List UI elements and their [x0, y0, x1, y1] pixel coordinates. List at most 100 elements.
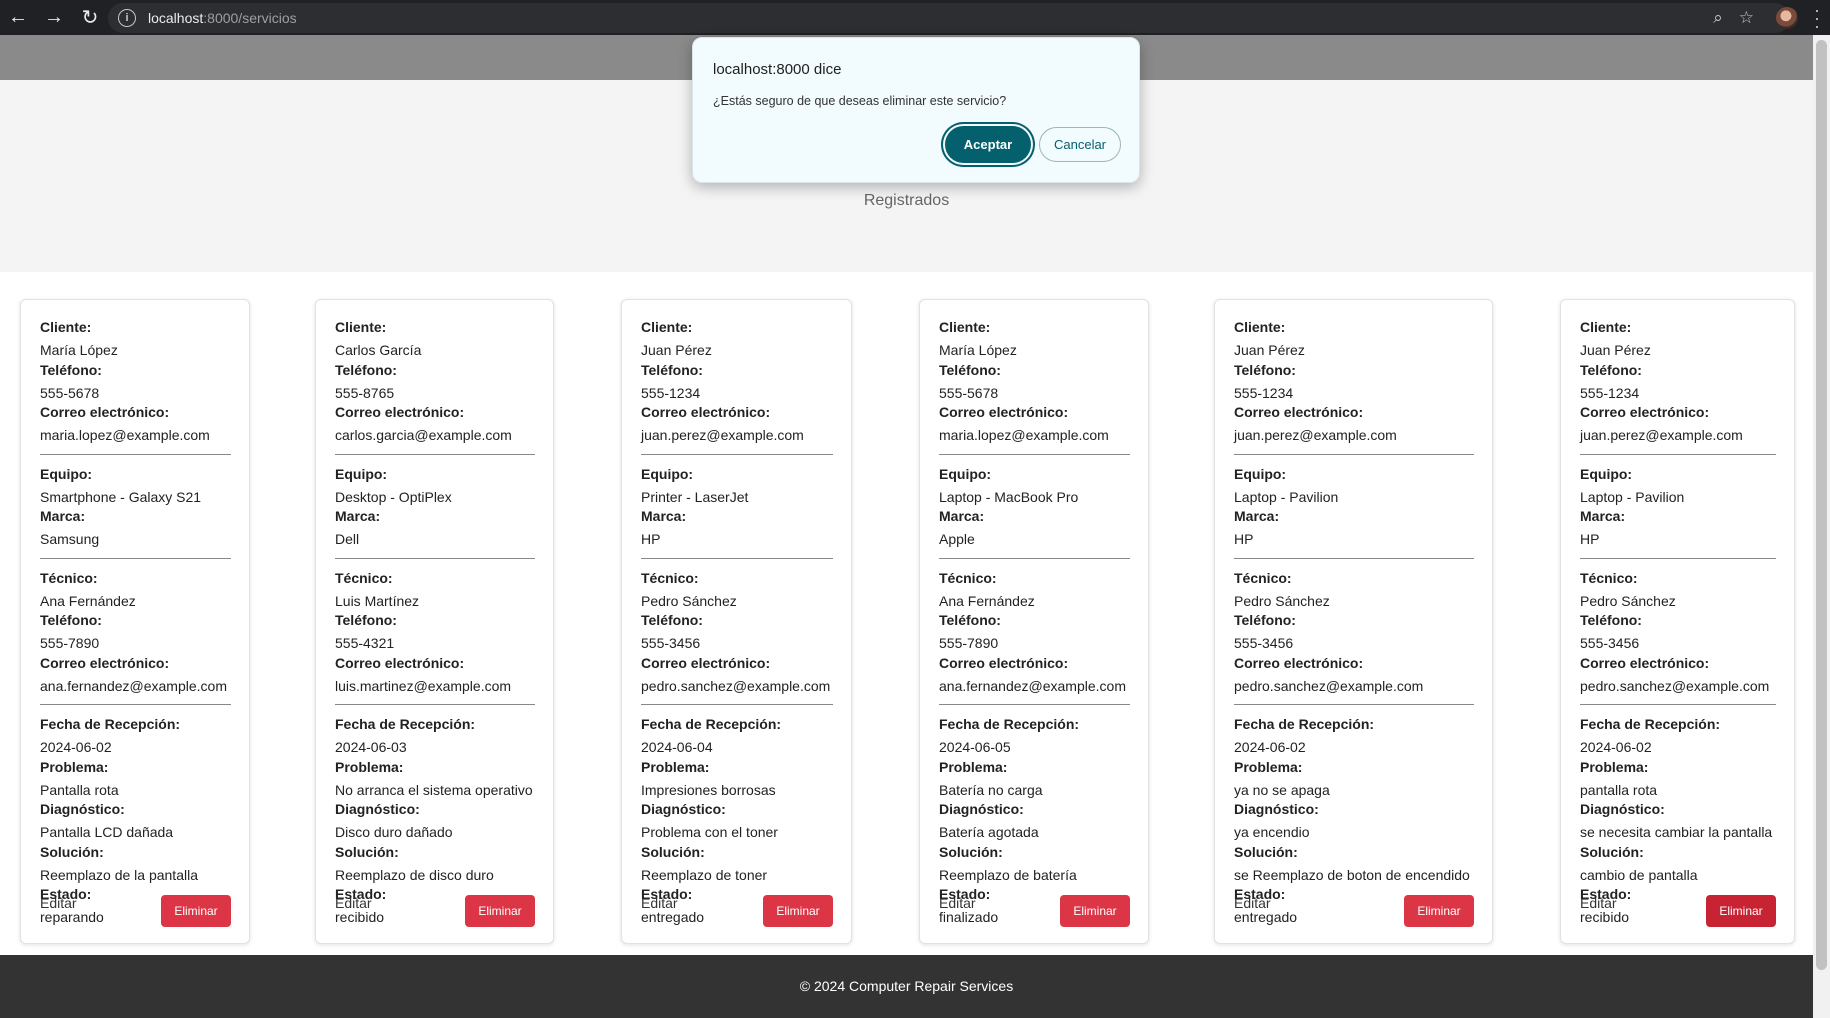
field-value-tecnico: Ana Fernández	[939, 592, 1035, 609]
field-label-correo: Correo electrónico:	[1234, 654, 1364, 671]
field-label-correo: Correo electrónico:	[939, 654, 1069, 671]
field-value-cliente-email: juan.perez@example.com	[641, 427, 804, 443]
field-value-fecha: 2024-06-05	[939, 739, 1011, 755]
card-divider	[641, 557, 833, 559]
card-divider	[335, 557, 535, 559]
field-value-marca: Samsung	[40, 531, 100, 547]
field-label-problema: Problema:	[1234, 758, 1303, 775]
field-label-correo: Correo electrónico:	[1580, 404, 1710, 420]
field-label-diagnostico: Diagnóstico:	[335, 801, 420, 817]
field-label-tecnico: Técnico:	[641, 569, 699, 586]
url-text[interactable]: localhost:8000/servicios	[148, 10, 297, 26]
browser-menu-icon[interactable]: · · ·	[1812, 1, 1822, 35]
delete-button[interactable]: Eliminar	[1060, 895, 1130, 927]
card-actions: Editar Eliminar	[335, 895, 535, 927]
field-value-tecnico: Pedro Sánchez	[641, 592, 737, 609]
field-label-equipo: Equipo:	[335, 465, 388, 482]
service-card: Cliente: Juan Pérez Teléfono: 555-1234 Corre…	[1560, 299, 1795, 944]
field-value-cliente-tel: 555-1234	[1580, 384, 1640, 401]
site-info-icon[interactable]: i	[118, 9, 136, 27]
field-label-tecnico: Técnico:	[40, 569, 98, 586]
field-value-diagnostico: Disco duro dañado	[335, 824, 453, 840]
field-label-equipo: Equipo:	[1234, 465, 1287, 482]
zoom-icon[interactable]: ⌕	[1713, 8, 1723, 28]
footer: © 2024 Computer Repair Services	[0, 955, 1813, 1018]
field-label-marca: Marca:	[40, 508, 86, 524]
field-value-tecnico: Pedro Sánchez	[1234, 592, 1330, 609]
field-value-cliente-tel: 555-1234	[641, 384, 701, 401]
field-label-diagnostico: Diagnóstico:	[939, 801, 1024, 817]
edit-link[interactable]: Editar	[335, 895, 372, 911]
back-arrow-icon[interactable]: ←	[0, 0, 36, 35]
delete-button[interactable]: Eliminar	[1404, 895, 1474, 927]
reload-icon[interactable]: ↻	[72, 0, 108, 35]
field-value-tecnico-tel: 555-4321	[335, 635, 395, 651]
field-label-marca: Marca:	[1580, 508, 1626, 524]
edit-link[interactable]: Editar	[1580, 895, 1617, 911]
field-label-telefono: Teléfono:	[939, 361, 1001, 378]
field-value-diagnostico: Problema con el toner	[641, 824, 778, 840]
field-value-problema: Batería no carga	[939, 781, 1043, 798]
service-card: Cliente: María López Teléfono: 555-5678 Corr…	[20, 299, 250, 944]
edit-link[interactable]: Editar	[641, 895, 678, 911]
card-divider	[1234, 557, 1474, 559]
delete-button[interactable]: Eliminar	[465, 895, 535, 927]
card-divider	[1580, 704, 1776, 705]
edit-link[interactable]: Editar	[40, 895, 77, 911]
address-bar[interactable]: i localhost:8000/servicios ⌕ ☆	[108, 3, 1790, 33]
field-value-cliente: Juan Pérez	[1234, 342, 1305, 358]
field-label-correo: Correo electrónico:	[335, 404, 465, 420]
field-label-cliente: Cliente:	[335, 319, 387, 335]
card-divider	[335, 453, 535, 455]
footer-text: © 2024 Computer Repair Services	[799, 978, 1014, 994]
field-label-cliente: Cliente:	[1580, 319, 1632, 335]
field-value-diagnostico: Batería agotada	[939, 824, 1039, 840]
field-value-tecnico: Pedro Sánchez	[1580, 592, 1676, 609]
card-actions: Editar Eliminar	[40, 895, 231, 927]
field-value-equipo: Desktop - OptiPlex	[335, 488, 452, 505]
field-value-cliente-tel: 555-5678	[939, 384, 999, 401]
cancel-button[interactable]: Cancelar	[1039, 127, 1121, 162]
edit-link[interactable]: Editar	[1234, 895, 1271, 911]
field-label-correo: Correo electrónico:	[641, 404, 771, 420]
field-label-tecnico: Técnico:	[1580, 569, 1638, 586]
field-label-fecha: Fecha de Recepción:	[40, 716, 181, 732]
card-divider	[939, 453, 1130, 455]
field-value-cliente: Carlos García	[335, 342, 422, 358]
field-value-solucion: Reemplazo de toner	[641, 866, 768, 883]
scrollbar-thumb[interactable]	[1816, 40, 1827, 970]
profile-avatar[interactable]	[1776, 7, 1798, 29]
bookmark-star-icon[interactable]: ☆	[1739, 8, 1754, 28]
field-value-cliente-tel: 555-5678	[40, 384, 100, 401]
field-label-telefono: Teléfono:	[939, 612, 1001, 628]
field-label-cliente: Cliente:	[1234, 319, 1286, 335]
confirm-dialog: localhost:8000 dice ¿Estás seguro de que…	[692, 37, 1140, 183]
card-divider	[939, 557, 1130, 559]
card-divider	[641, 453, 833, 455]
delete-button[interactable]: Eliminar	[161, 895, 231, 927]
field-value-problema: Impresiones borrosas	[641, 781, 776, 798]
card-divider	[40, 704, 231, 705]
accept-button[interactable]: Aceptar	[945, 126, 1031, 163]
field-value-marca: HP	[641, 531, 661, 547]
field-label-telefono: Teléfono:	[335, 361, 397, 378]
field-value-problema: Pantalla rota	[40, 781, 119, 798]
field-label-fecha: Fecha de Recepción:	[939, 716, 1080, 732]
field-value-cliente-tel: 555-8765	[335, 384, 395, 401]
field-label-telefono: Teléfono:	[1234, 612, 1296, 628]
delete-button[interactable]: Eliminar	[1706, 895, 1776, 927]
field-value-fecha: 2024-06-02	[1234, 739, 1306, 755]
field-value-cliente-email: juan.perez@example.com	[1580, 427, 1743, 443]
field-value-tecnico-email: ana.fernandez@example.com	[939, 677, 1126, 694]
edit-link[interactable]: Editar	[939, 895, 976, 911]
field-value-tecnico-tel: 555-3456	[1580, 635, 1640, 651]
forward-arrow-icon[interactable]: →	[36, 0, 72, 35]
card-divider	[40, 453, 231, 455]
field-value-equipo: Printer - LaserJet	[641, 488, 749, 505]
field-value-cliente: María López	[40, 342, 118, 358]
field-label-telefono: Teléfono:	[641, 361, 703, 378]
field-value-tecnico-tel: 555-3456	[641, 635, 701, 651]
field-label-correo: Correo electrónico:	[40, 404, 170, 420]
field-value-solucion: Reemplazo de batería	[939, 866, 1077, 883]
delete-button[interactable]: Eliminar	[763, 895, 833, 927]
